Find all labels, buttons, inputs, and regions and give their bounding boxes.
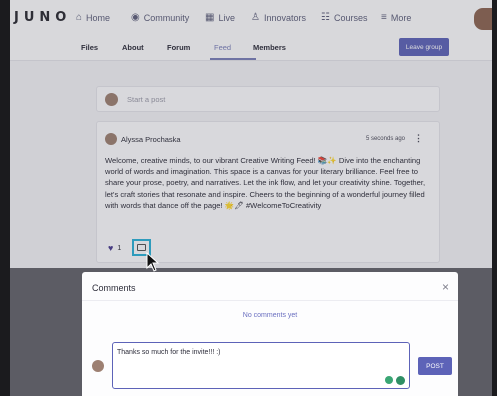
comments-title: Comments <box>92 283 136 293</box>
active-tab-indicator <box>210 58 256 60</box>
nav-courses[interactable]: ☷ Courses <box>321 12 367 23</box>
nav-home-label: Home <box>86 12 111 23</box>
nav-community-label: Community <box>143 12 190 23</box>
comments-panel: Comments × No comments yet Thanks so muc… <box>82 272 458 396</box>
nav-more[interactable]: ≡ More <box>381 12 411 23</box>
juno-logo[interactable]: JUNO <box>14 10 71 25</box>
nav-home[interactable]: ⌂ Home <box>76 12 110 23</box>
post-composer[interactable]: Start a post <box>96 86 440 112</box>
nav-innovators[interactable]: ♙ Innovators <box>251 12 306 23</box>
leave-group-button[interactable]: Leave group <box>399 38 449 56</box>
post-body: Welcome, creative minds, to our vibrant … <box>105 156 426 210</box>
courses-icon: ☷ <box>321 12 330 23</box>
tab-files[interactable]: Files <box>81 43 98 52</box>
tab-feed[interactable]: Feed <box>214 43 231 52</box>
home-icon: ⌂ <box>76 12 83 23</box>
comment-input[interactable]: Thanks so much for the invite!!! :) <box>112 342 410 389</box>
tab-members[interactable]: Members <box>253 43 286 52</box>
post-comment-button[interactable]: POST <box>418 357 452 375</box>
close-icon[interactable]: × <box>442 280 449 294</box>
app-screen: JUNO ⌂ Home ◉ Community ▦ Live ♙ Innovat… <box>10 0 492 396</box>
comment-icon <box>137 244 146 251</box>
group-subnav: Files About Forum Feed Members Leave gro… <box>10 36 492 61</box>
composer-avatar <box>105 93 118 106</box>
nav-live-label: Live <box>218 12 235 23</box>
innovators-icon: ♙ <box>251 12 260 23</box>
commenter-avatar <box>92 360 104 372</box>
nav-community[interactable]: ◉ Community <box>131 12 189 23</box>
like-control[interactable]: ♥ 1 <box>108 243 121 253</box>
nav-more-label: More <box>390 12 412 23</box>
heart-icon[interactable]: ♥ <box>108 243 113 253</box>
community-icon: ◉ <box>131 12 140 23</box>
post-author[interactable]: Alyssa Prochaska <box>121 135 181 144</box>
calendar-icon: ▦ <box>205 12 215 23</box>
location-icon[interactable] <box>385 376 393 384</box>
top-navigation: JUNO ⌂ Home ◉ Community ▦ Live ♙ Innovat… <box>10 0 492 36</box>
input-extras <box>385 376 405 385</box>
post-timestamp: 5 seconds ago <box>365 136 405 142</box>
more-options-icon[interactable]: ⋮ <box>414 133 423 144</box>
tab-about[interactable]: About <box>122 43 144 52</box>
author-avatar[interactable] <box>105 133 117 145</box>
user-avatar[interactable] <box>474 8 492 30</box>
composer-placeholder: Start a post <box>127 95 166 104</box>
feed-post: Alyssa Prochaska 5 seconds ago ⋮ Welcome… <box>96 121 440 263</box>
like-count: 1 <box>117 244 122 252</box>
emoji-icon[interactable] <box>396 376 405 385</box>
nav-courses-label: Courses <box>333 12 368 23</box>
mouse-pointer-icon <box>146 252 160 272</box>
tab-forum[interactable]: Forum <box>167 43 190 52</box>
comments-divider <box>82 300 458 301</box>
menu-icon: ≡ <box>381 12 387 23</box>
nav-innovators-label: Innovators <box>263 12 306 23</box>
no-comments-text: No comments yet <box>242 312 298 319</box>
nav-live[interactable]: ▦ Live <box>205 12 235 23</box>
